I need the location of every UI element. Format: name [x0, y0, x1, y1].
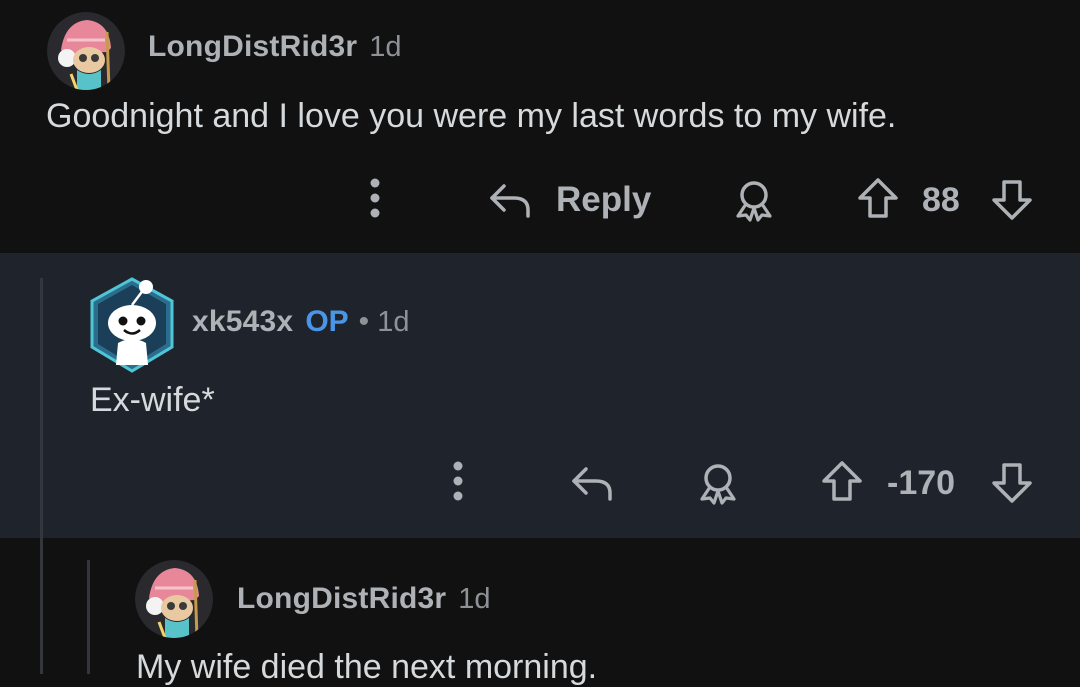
- username[interactable]: LongDistRid3r: [148, 30, 357, 64]
- award-icon[interactable]: [732, 178, 776, 222]
- comment-text: Ex-wife*: [90, 381, 215, 419]
- comment-text: Goodnight and I love you were my last wo…: [46, 97, 897, 135]
- comment-3: LongDistRid3r 1d My wife died the next m…: [0, 538, 1080, 686]
- comment-meta: LongDistRid3r 1d: [237, 582, 491, 616]
- timestamp: 1d: [369, 31, 402, 63]
- reply-icon[interactable]: [488, 180, 534, 220]
- upvote-icon[interactable]: [856, 176, 900, 220]
- username[interactable]: LongDistRid3r: [237, 582, 446, 616]
- downvote-icon[interactable]: [990, 178, 1034, 222]
- username[interactable]: xk543x: [192, 305, 293, 339]
- reply-icon[interactable]: [570, 463, 616, 503]
- more-options-icon[interactable]: [449, 461, 467, 501]
- upvote-icon[interactable]: [820, 459, 864, 503]
- downvote-icon[interactable]: [990, 461, 1034, 505]
- timestamp: 1d: [458, 583, 491, 615]
- avatar-xk543x[interactable]: [88, 277, 176, 373]
- timestamp: 1d: [377, 306, 410, 338]
- reply-button[interactable]: Reply: [556, 180, 651, 220]
- avatar-longdistrid3r[interactable]: [47, 12, 125, 90]
- thread-line[interactable]: [40, 278, 43, 674]
- separator: •: [358, 305, 370, 338]
- vote-score: -170: [887, 464, 956, 502]
- award-icon[interactable]: [696, 461, 740, 505]
- op-badge: OP: [305, 305, 349, 338]
- comment-meta: xk543x OP • 1d: [192, 305, 409, 339]
- comment-2: xk543x OP • 1d Ex-wife* -170: [0, 253, 1080, 538]
- comment-text: My wife died the next morning.: [136, 648, 598, 686]
- more-options-icon[interactable]: [366, 178, 384, 218]
- vote-score: 88: [922, 181, 960, 219]
- thread-line[interactable]: [87, 560, 90, 674]
- avatar-longdistrid3r[interactable]: [135, 560, 213, 638]
- comment-meta: LongDistRid3r 1d: [148, 30, 402, 64]
- comment-1: LongDistRid3r 1d Goodnight and I love yo…: [0, 0, 1080, 253]
